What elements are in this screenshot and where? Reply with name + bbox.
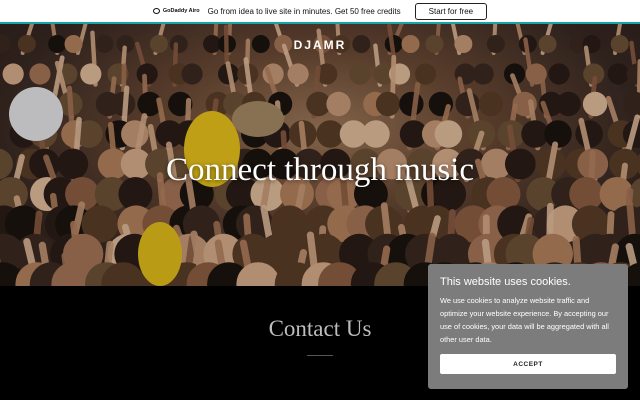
contact-divider bbox=[307, 355, 333, 356]
contact-title: Contact Us bbox=[268, 316, 372, 341]
cookie-body: We use cookies to analyze website traffi… bbox=[440, 296, 609, 344]
site-brand[interactable]: DJAMR bbox=[0, 38, 640, 52]
godaddy-logo-text: GoDaddy Airo bbox=[162, 8, 200, 14]
promo-bar: GoDaddy Airo Go from idea to live site i… bbox=[0, 0, 640, 24]
cookie-banner: This website uses cookies. We use cookie… bbox=[428, 264, 628, 389]
hero-headline: Connect through music bbox=[166, 152, 474, 188]
godaddy-logo-icon bbox=[152, 8, 160, 14]
start-for-free-button[interactable]: Start for free bbox=[414, 2, 488, 20]
cookie-title: This website uses cookies. bbox=[440, 276, 571, 288]
godaddy-logo[interactable]: GoDaddy Airo bbox=[152, 8, 200, 14]
accept-cookies-button[interactable]: ACCEPT bbox=[440, 354, 616, 374]
promo-message: Go from idea to live site in minutes. Ge… bbox=[207, 6, 401, 16]
hero-section: DJAMR Connect through music bbox=[0, 24, 640, 286]
